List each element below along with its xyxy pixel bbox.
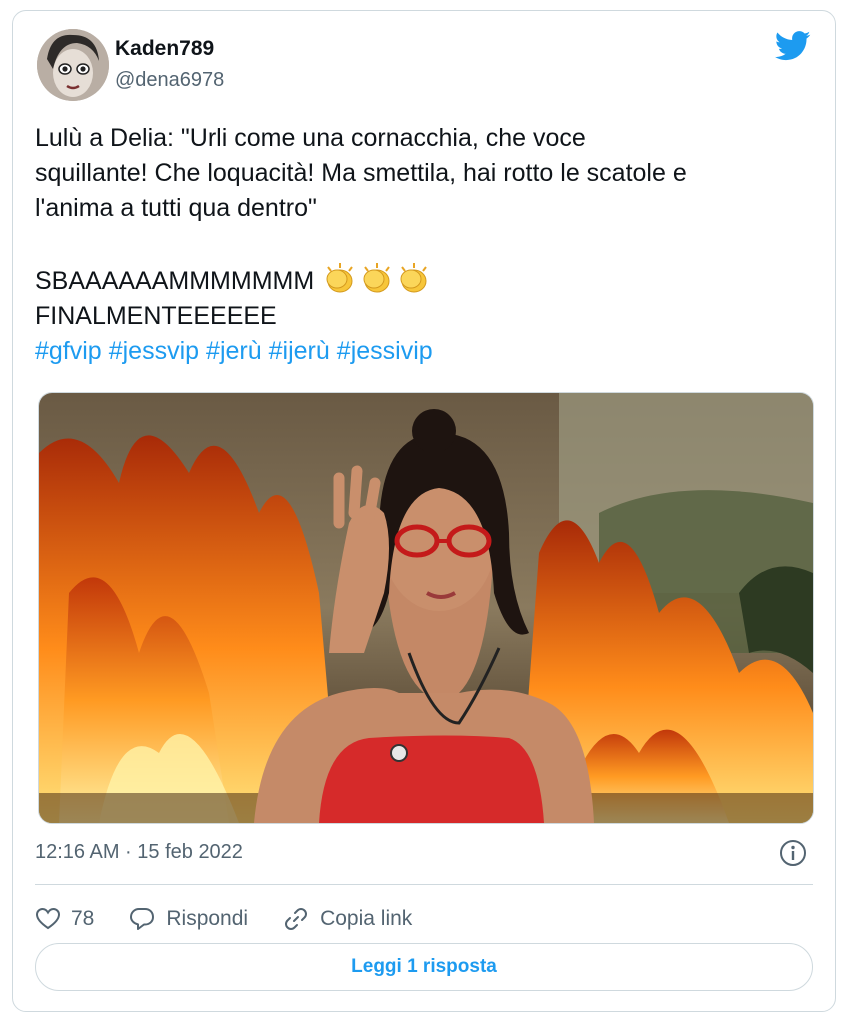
display-name[interactable]: Kaden789 <box>115 37 214 61</box>
hashtag-link[interactable]: #gfvip <box>35 337 102 365</box>
copy-link-button[interactable]: Copia link <box>282 905 412 933</box>
link-icon <box>285 908 308 930</box>
tweet-card: Kaden789 @dena6978 Lulù a Delia: "Urli c… <box>12 10 836 1012</box>
action-bar: 78 Rispondi Copia link <box>35 899 446 939</box>
shout-line: SBAAAAAAMMMMMMM <box>35 261 825 299</box>
tweet-text-line: Lulù a Delia: "Urli come una cornacchia,… <box>35 124 586 152</box>
heart-icon <box>35 907 61 930</box>
hashtag-link[interactable]: #jerù <box>206 337 262 365</box>
copy-link-label: Copia link <box>320 907 413 930</box>
divider <box>35 884 813 885</box>
user-handle[interactable]: @dena6978 <box>115 69 224 92</box>
clapping-hands-icon <box>400 263 427 293</box>
reply-button[interactable]: Rispondi <box>128 906 248 932</box>
reply-bubble-icon <box>130 908 155 930</box>
tweet-text-line: l'anima a tutti qua dentro" <box>35 194 317 222</box>
tweet-text: Lulù a Delia: "Urli come una cornacchia,… <box>35 121 825 369</box>
hashtag-link[interactable]: #ijerù <box>269 337 330 365</box>
twitter-bird-icon[interactable] <box>774 31 811 61</box>
tweet-text-line: squillante! Che loquacità! Ma smettila, … <box>35 159 687 187</box>
info-icon[interactable] <box>779 839 807 867</box>
like-button[interactable]: 78 <box>35 907 94 931</box>
hashtag-link[interactable]: #jessivip <box>337 337 433 365</box>
tweet-media-image[interactable] <box>38 392 814 824</box>
hashtag-link[interactable]: #jessvip <box>109 337 199 365</box>
clapping-hands-icon <box>363 263 390 293</box>
clapping-hands-icon <box>326 263 353 293</box>
shout-line: FINALMENTEEEEEE <box>35 302 277 330</box>
shout-text: SBAAAAAAMMMMMMM <box>35 267 315 295</box>
tweet-timestamp[interactable]: 12:16 AM · 15 feb 2022 <box>35 841 243 864</box>
like-count: 78 <box>71 907 95 930</box>
read-replies-button[interactable]: Leggi 1 risposta <box>35 943 813 991</box>
reply-label: Rispondi <box>166 907 249 930</box>
hashtag-list: #gfvip #jessvip #jerù #ijerù #jessivip <box>35 334 825 369</box>
avatar[interactable] <box>37 29 109 101</box>
